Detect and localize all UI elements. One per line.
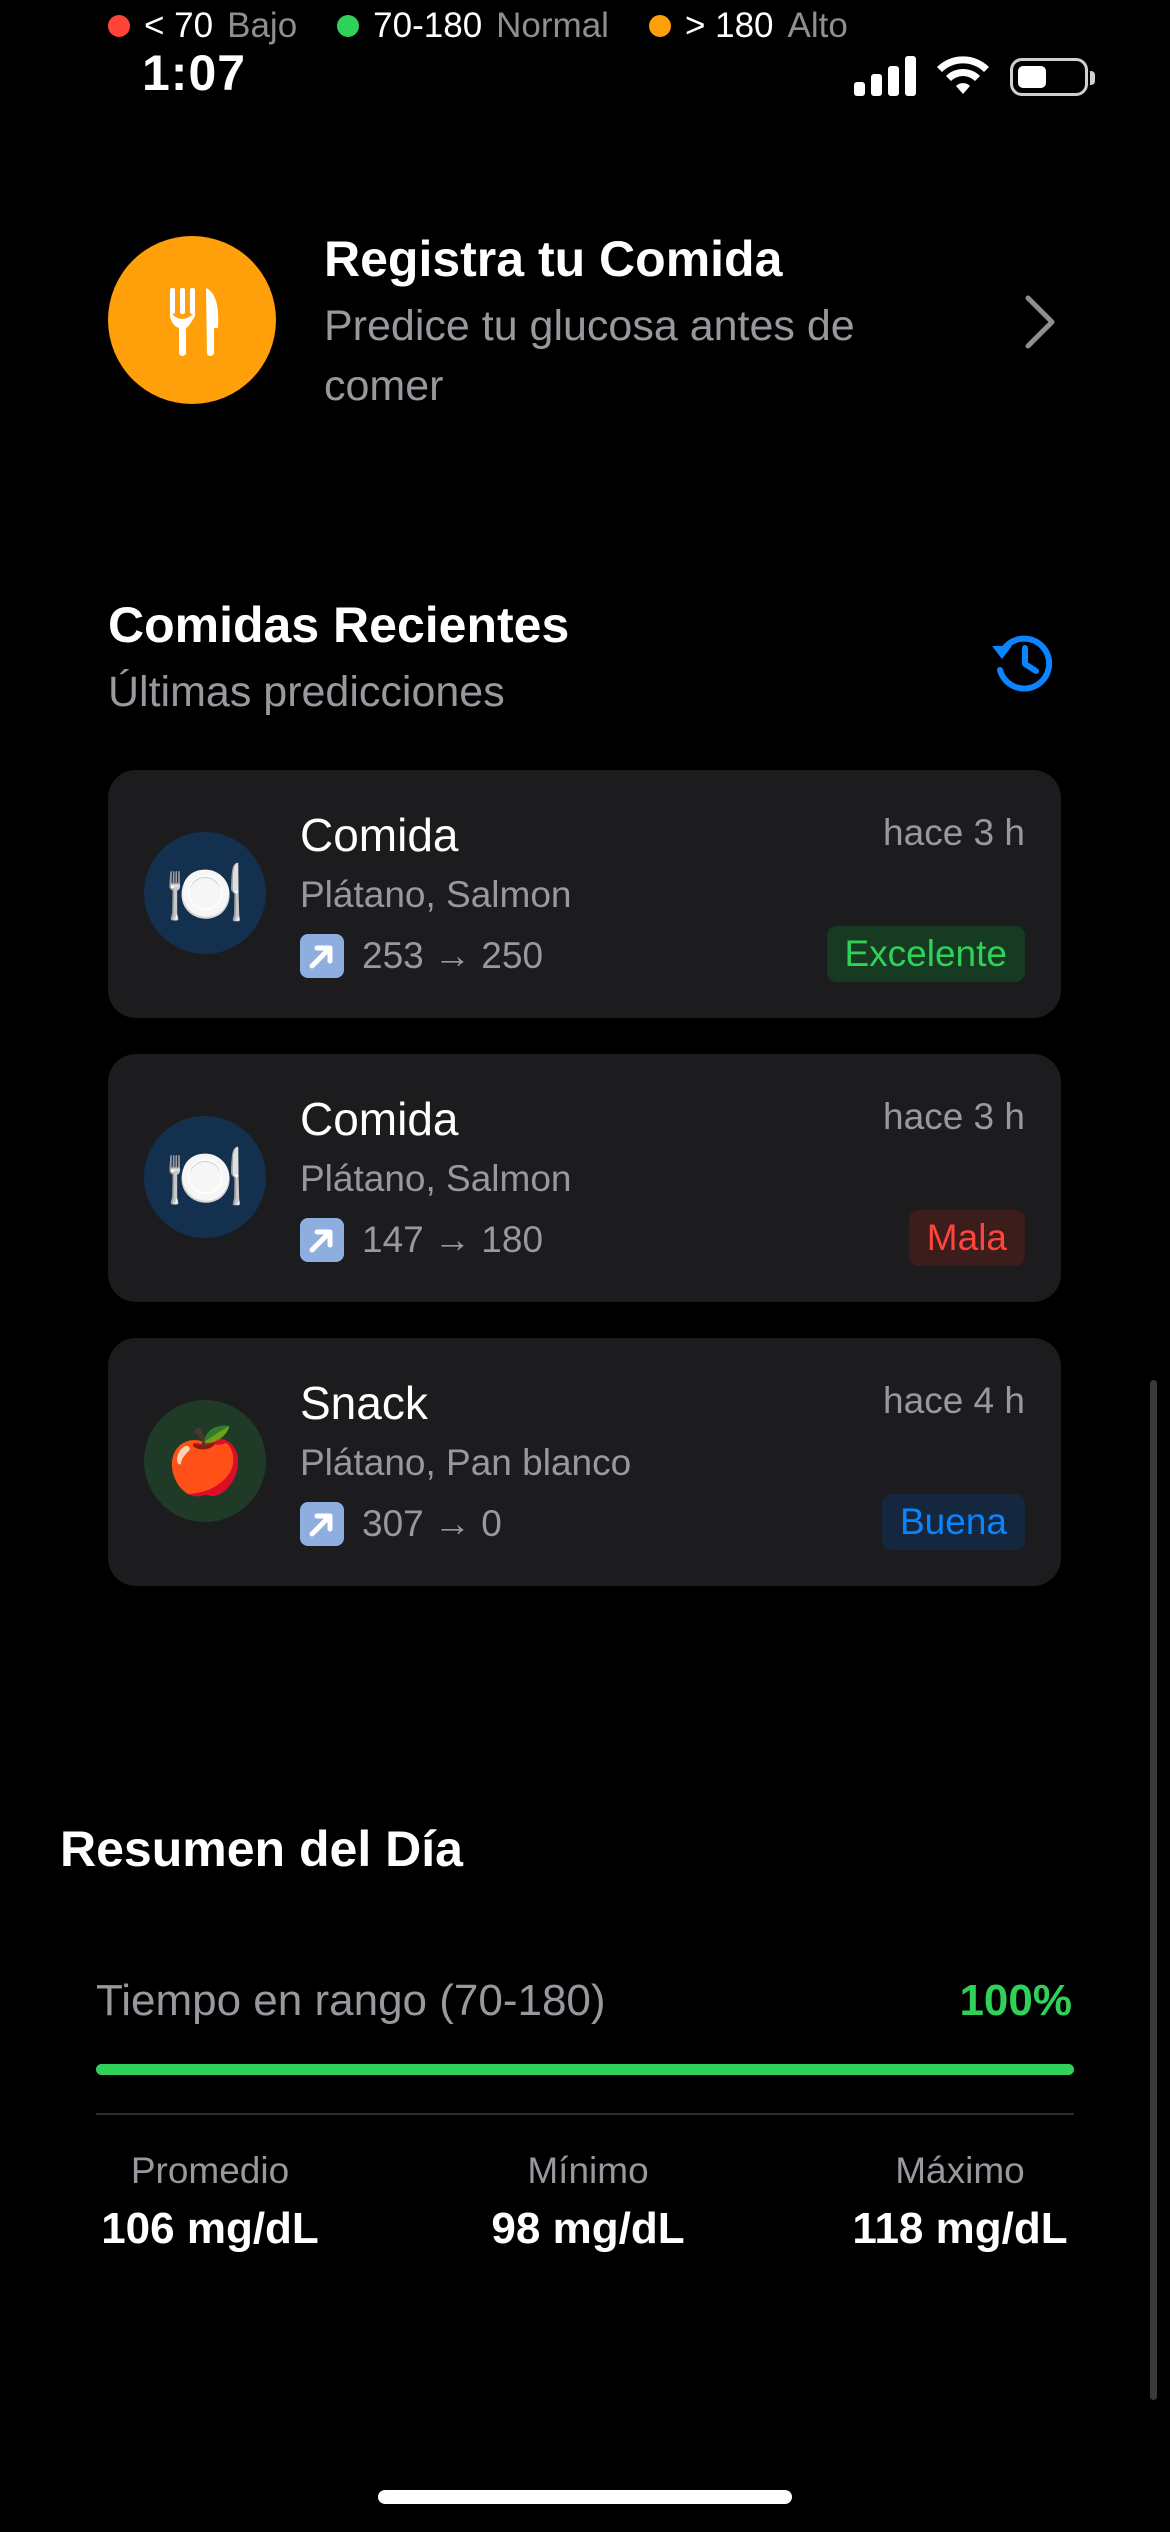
recent-meals-title: Comidas Recientes bbox=[108, 597, 570, 653]
meal-time: hace 3 h bbox=[883, 812, 1025, 853]
meal-foods: Plátano, Pan blanco bbox=[300, 1442, 632, 1483]
legend-high-label: Alto bbox=[787, 6, 848, 45]
wifi-icon bbox=[937, 56, 989, 94]
meal-time: hace 3 h bbox=[883, 1096, 1025, 1137]
meal-foods: Plátano, Salmon bbox=[300, 1158, 572, 1199]
fork-knife-icon bbox=[108, 236, 276, 404]
status-time: 1:07 bbox=[142, 45, 247, 101]
meal-title: Snack bbox=[300, 1377, 428, 1429]
plate-icon: 🍽️ bbox=[144, 832, 266, 954]
apple-icon: 🍎 bbox=[144, 1400, 266, 1522]
chevron-right-icon[interactable] bbox=[1020, 292, 1060, 352]
divider bbox=[96, 2113, 1074, 2115]
meal-foods: Plátano, Salmon bbox=[300, 874, 572, 915]
time-in-range-bar bbox=[96, 2064, 1074, 2075]
meal-time: hace 4 h bbox=[883, 1380, 1025, 1421]
stat-maximum: Máximo 118 mg/dL bbox=[846, 2150, 1074, 2254]
time-in-range-label: Tiempo en rango (70-180) bbox=[96, 1976, 606, 2025]
stat-average-value: 106 mg/dL bbox=[101, 2204, 319, 2253]
rating-badge: Buena bbox=[882, 1494, 1025, 1550]
stat-minimum: Mínimo 98 mg/dL bbox=[472, 2150, 704, 2254]
home-indicator[interactable] bbox=[378, 2490, 792, 2504]
rating-badge: Excelente bbox=[826, 926, 1025, 982]
stat-maximum-label: Máximo bbox=[895, 2150, 1025, 2191]
glucose-legend: < 70 Bajo 70-180 Normal > 180 Alto bbox=[108, 4, 888, 48]
meal-card[interactable]: 🍽️ Comida hace 3 h Plátano, Salmon 253 →… bbox=[108, 770, 1061, 1018]
stat-maximum-value: 118 mg/dL bbox=[852, 2204, 1068, 2253]
trend-up-arrow-icon bbox=[300, 1218, 344, 1262]
legend-high: > 180 Alto bbox=[648, 6, 848, 46]
meal-title: Comida bbox=[300, 1093, 459, 1145]
time-in-range-value: 100% bbox=[959, 1976, 1072, 2025]
stat-minimum-value: 98 mg/dL bbox=[491, 2204, 685, 2253]
low-dot-icon bbox=[108, 15, 130, 37]
time-in-range-fill bbox=[96, 2064, 1074, 2075]
scrollbar[interactable] bbox=[1150, 1380, 1157, 2400]
meal-card[interactable]: 🍽️ Comida hace 3 h Plátano, Salmon 147 →… bbox=[108, 1054, 1061, 1302]
trend-up-arrow-icon bbox=[300, 934, 344, 978]
register-meal-subtitle: Predice tu glucosa antes de comer bbox=[324, 302, 855, 410]
legend-low: < 70 Bajo bbox=[108, 6, 297, 46]
stat-average: Promedio 106 mg/dL bbox=[96, 2150, 324, 2254]
meal-card[interactable]: 🍎 Snack hace 4 h Plátano, Pan blanco 307… bbox=[108, 1338, 1061, 1586]
battery-icon bbox=[1010, 58, 1095, 96]
normal-dot-icon bbox=[337, 15, 360, 37]
meal-trend-values: 253 → 250 bbox=[362, 935, 544, 976]
legend-high-value: > 180 bbox=[684, 6, 774, 45]
register-meal-title: Registra tu Comida bbox=[324, 231, 783, 287]
meal-trend: 147 → 180 bbox=[300, 1218, 543, 1262]
rating-badge: Mala bbox=[908, 1210, 1025, 1266]
history-icon[interactable] bbox=[988, 626, 1058, 696]
meal-trend: 253 → 250 bbox=[300, 934, 543, 978]
meal-trend-values: 307 → 0 bbox=[362, 1503, 502, 1544]
meal-title: Comida bbox=[300, 809, 459, 861]
meal-trend: 307 → 0 bbox=[300, 1502, 502, 1546]
stat-average-label: Promedio bbox=[130, 2150, 290, 2191]
legend-normal-label: Normal bbox=[496, 6, 609, 45]
legend-normal-value: 70-180 bbox=[373, 6, 483, 45]
legend-low-label: Bajo bbox=[227, 6, 298, 45]
cellular-signal-icon bbox=[854, 56, 916, 96]
stat-minimum-label: Mínimo bbox=[527, 2150, 649, 2191]
plate-icon: 🍽️ bbox=[144, 1116, 266, 1238]
meal-trend-values: 147 → 180 bbox=[362, 1219, 544, 1260]
high-dot-icon bbox=[648, 15, 671, 37]
legend-normal: 70-180 Normal bbox=[337, 6, 609, 46]
daily-summary-title: Resumen del Día bbox=[60, 1821, 463, 1877]
trend-up-arrow-icon bbox=[300, 1502, 344, 1546]
recent-meals-subtitle: Últimas predicciones bbox=[108, 668, 505, 716]
legend-low-value: < 70 bbox=[144, 6, 214, 45]
